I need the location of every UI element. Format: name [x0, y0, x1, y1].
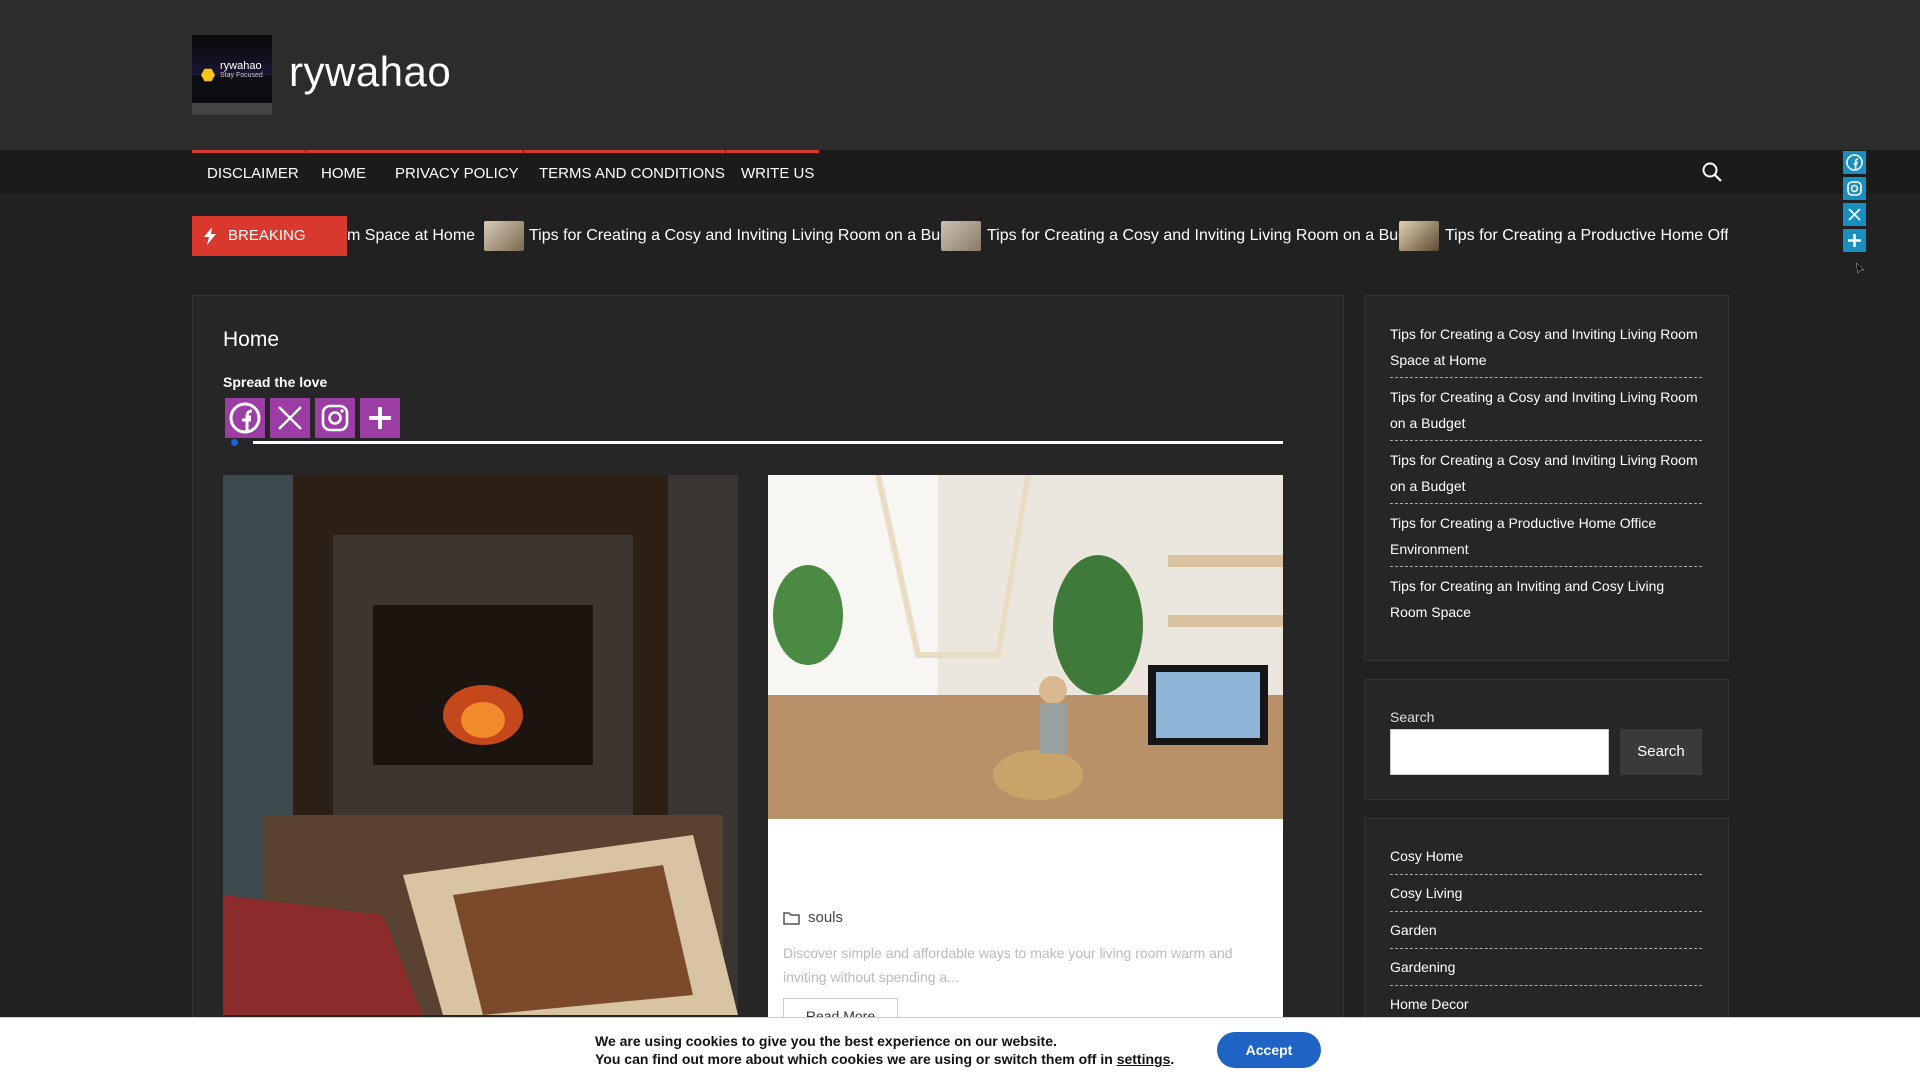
search-button[interactable]: Search — [1620, 729, 1702, 775]
category-link[interactable]: Home Decor — [1390, 991, 1702, 1017]
side-more-button[interactable] — [1843, 229, 1866, 252]
recent-post-link[interactable]: Tips for Creating a Cosy and Inviting Li… — [1390, 321, 1702, 373]
cookie-banner: We are using cookies to give you the bes… — [0, 1017, 1920, 1080]
divider — [1390, 440, 1702, 441]
facebook-icon — [229, 402, 261, 434]
divider — [1390, 503, 1702, 504]
divider — [1390, 948, 1702, 949]
ticker-item[interactable]: Tips for Creating a Productive Home Offi… — [1445, 216, 1728, 256]
x-icon — [1848, 208, 1861, 221]
ticker-thumbnail — [941, 221, 981, 251]
recent-post-link[interactable]: Tips for Creating a Productive Home Offi… — [1390, 510, 1702, 562]
post-2-image[interactable] — [768, 475, 1283, 819]
instagram-icon — [1847, 181, 1862, 196]
divider — [1390, 874, 1702, 875]
divider — [1390, 377, 1702, 378]
divider — [1390, 566, 1702, 567]
lightning-icon — [204, 227, 216, 245]
site-header: rywahao Stay Focused rywahao — [0, 0, 1920, 150]
breaking-news-label: BREAKING NEWS — [192, 216, 347, 256]
living-room-photo — [768, 475, 1283, 819]
ticker-item[interactable]: Tips for Creating a Cosy and Inviting Li… — [987, 216, 1429, 256]
x-icon — [278, 406, 302, 430]
search-input[interactable] — [1390, 729, 1609, 775]
nav-item-write-us[interactable]: WRITE US — [726, 150, 819, 194]
share-divider — [253, 441, 1283, 444]
page-title: Home — [223, 328, 280, 351]
nav-item-privacy-policy[interactable]: PRIVACY POLICY — [380, 150, 523, 194]
nav-item-disclaimer[interactable]: DISCLAIMER — [192, 150, 305, 194]
site-logo[interactable]: rywahao Stay Focused — [192, 35, 272, 115]
logo-text: rywahao — [220, 60, 262, 72]
share-x-button[interactable] — [270, 398, 310, 438]
category-link[interactable]: Cosy Home — [1390, 843, 1702, 869]
side-instagram-button[interactable] — [1843, 177, 1866, 200]
share-facebook-button[interactable] — [225, 398, 265, 438]
plus-icon — [1848, 234, 1861, 247]
main-nav: DISCLAIMER HOME PRIVACY POLICY TERMS AND… — [0, 150, 1920, 194]
share-progress-dot — [231, 439, 238, 446]
spread-the-love-label: Spread the love — [223, 374, 328, 390]
category-link[interactable]: Garden — [1390, 917, 1702, 943]
search-icon[interactable] — [1701, 161, 1723, 183]
search-label: Search — [1390, 709, 1435, 725]
cookie-message-prefix: You can find out more about which cookie… — [595, 1051, 1113, 1067]
recent-post-link[interactable]: Tips for Creating a Cosy and Inviting Li… — [1390, 384, 1702, 436]
ticker-item[interactable]: m Space at Home — [347, 216, 475, 256]
divider — [1390, 985, 1702, 986]
nav-item-home[interactable]: HOME — [306, 150, 380, 194]
ticker-thumbnail — [1399, 221, 1439, 251]
divider — [1390, 911, 1702, 912]
logo-tagline: Stay Focused — [220, 72, 263, 79]
breaking-news-text: BREAKING NEWS — [228, 227, 306, 244]
site-title[interactable]: rywahao — [289, 48, 451, 96]
breaking-news-ticker: BREAKING NEWS m Space at Home Tips for C… — [192, 216, 1728, 256]
plus-icon — [369, 407, 391, 429]
accept-cookies-button[interactable]: Accept — [1217, 1032, 1321, 1068]
share-more-button[interactable] — [360, 398, 400, 438]
cookie-message-suffix: . — [1170, 1051, 1175, 1067]
side-facebook-button[interactable] — [1843, 151, 1866, 174]
category-link[interactable]: Gardening — [1390, 954, 1702, 980]
post-2-category[interactable]: souls — [808, 909, 843, 926]
mouse-cursor-icon — [1855, 262, 1865, 274]
post-1-image[interactable] — [223, 475, 738, 1015]
share-instagram-button[interactable] — [315, 398, 355, 438]
nav-item-terms[interactable]: TERMS AND CONDITIONS — [524, 150, 725, 194]
cookie-settings-link[interactable]: settings — [1117, 1051, 1171, 1067]
cookie-message-2: You can find out more about which cookie… — [595, 1051, 1174, 1067]
facebook-icon — [1846, 154, 1863, 171]
cookie-message: We are using cookies to give you the bes… — [595, 1033, 1057, 1049]
instagram-icon — [321, 404, 349, 432]
side-x-button[interactable] — [1843, 203, 1866, 226]
post-2-card — [768, 819, 1283, 1019]
folder-icon — [783, 912, 800, 925]
post-2-excerpt: Discover simple and affordable ways to m… — [783, 945, 1233, 985]
ticker-item[interactable]: Tips for Creating a Cosy and Inviting Li… — [529, 216, 971, 256]
ticker-thumbnail — [484, 221, 524, 251]
recent-post-link[interactable]: Tips for Creating a Cosy and Inviting Li… — [1390, 447, 1702, 499]
recent-post-link[interactable]: Tips for Creating an Inviting and Cosy L… — [1390, 573, 1702, 625]
category-link[interactable]: Cosy Living — [1390, 880, 1702, 906]
fireplace-photo — [223, 475, 738, 1015]
